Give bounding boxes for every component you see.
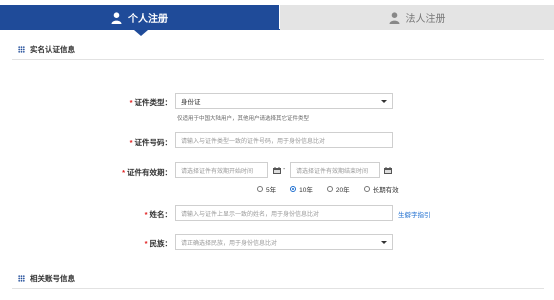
calendar-icon[interactable] [384,167,392,174]
section-account-title: 相关账号信息 [30,274,75,283]
radio-icon [326,186,333,192]
section-account: 相关账号信息 [18,273,75,284]
tab-legal[interactable]: 法人注册 [280,5,554,30]
name-input[interactable]: 请输入与证件上显示一致的姓名，用于身份信息比对 [175,205,393,221]
tab-personal[interactable]: 个人注册 [0,5,279,30]
caret-down-icon [381,241,387,244]
ethnic-select[interactable]: 请正确选择民族，用于身份信息比对 [175,234,393,250]
validity-end-input[interactable]: 请选择证件有效期结束时间 [290,162,380,178]
radio-checked-icon [290,186,297,192]
validity-label: * 证件有效期： [122,168,172,177]
user-icon [389,11,400,24]
registration-tabs: 个人注册 法人注册 [0,0,554,30]
name-label: * 姓名： [144,210,172,219]
user-icon [111,11,122,24]
cert-no-input[interactable]: 请输入与证件类型一致的证件号码，用于身份信息比对 [175,132,393,148]
active-tab-indicator [134,30,148,36]
tab-legal-label: 法人注册 [405,14,446,25]
cert-type-value: 身份证 [181,99,201,106]
cert-type-select[interactable]: 身份证 [175,93,393,109]
date-separator: - [283,166,286,173]
cert-type-hint: 仅适用于中国大陆用户，其他用户请选择其它证件类型 [177,116,310,122]
cert-no-label: * 证件号码： [129,138,172,147]
section-divider [12,288,544,289]
radio-icon [363,186,370,192]
section-realname: 实名认证信息 [18,44,75,55]
radio-icon [257,186,263,192]
calendar-icon[interactable] [273,167,281,174]
validity-option-10y[interactable]: 10年 [290,184,313,194]
grid-icon [18,46,25,53]
validity-start-input[interactable]: 请选择证件有效期开始时间 [175,162,268,178]
section-divider [12,59,544,60]
caret-down-icon [381,100,387,103]
validity-option-long[interactable]: 长期有效 [363,184,399,194]
validity-option-5y[interactable]: 5年 [257,184,276,194]
validity-option-20y[interactable]: 20年 [326,184,350,194]
rare-char-guide-link[interactable]: 生僻字指引 [398,209,431,219]
section-realname-title: 实名认证信息 [30,45,75,54]
grid-icon [18,275,25,282]
ethnic-label: * 民族： [144,239,172,248]
tab-personal-label: 个人注册 [128,14,168,25]
cert-type-label: * 证件类型： [129,98,172,107]
validity-options: 5年 10年 20年 长期有效 [257,184,413,194]
